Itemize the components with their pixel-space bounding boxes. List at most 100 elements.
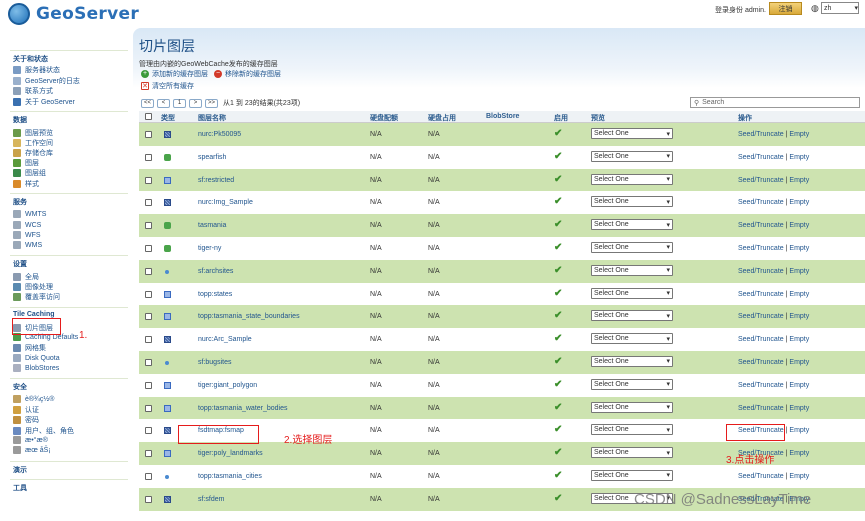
row-checkbox[interactable] bbox=[145, 199, 152, 207]
layer-name-link[interactable]: tiger:giant_polygon bbox=[198, 382, 257, 389]
empty-link[interactable]: Empty bbox=[789, 291, 809, 298]
row-checkbox[interactable] bbox=[145, 381, 152, 389]
row-checkbox[interactable] bbox=[145, 313, 152, 321]
col-disk-quota[interactable]: 硬盘配额 bbox=[370, 113, 398, 123]
sidebar-item[interactable]: WMTS bbox=[13, 210, 46, 218]
seed-truncate-link[interactable]: Seed/Truncate bbox=[738, 291, 784, 298]
sidebar-item[interactable]: 联系方式 bbox=[13, 86, 53, 96]
col-blobstore[interactable]: BlobStore bbox=[486, 113, 519, 120]
pager-page-1[interactable]: 1 bbox=[173, 98, 187, 108]
layer-name-link[interactable]: nurc:Pk50095 bbox=[198, 131, 241, 138]
seed-truncate-link[interactable]: Seed/Truncate bbox=[738, 222, 784, 229]
empty-link[interactable]: Empty bbox=[789, 154, 809, 161]
sidebar-item[interactable]: 图层预览 bbox=[13, 128, 53, 138]
sidebar-item[interactable]: 认证 bbox=[13, 405, 39, 415]
empty-link[interactable]: Empty bbox=[789, 245, 809, 252]
pager-last-button[interactable]: >> bbox=[205, 98, 219, 108]
seed-truncate-link[interactable]: Seed/Truncate bbox=[738, 199, 784, 206]
row-checkbox[interactable] bbox=[145, 153, 152, 161]
clear-all-cache-link[interactable]: ✕ 清空所有缓存 bbox=[141, 81, 194, 91]
seed-truncate-link[interactable]: Seed/Truncate bbox=[738, 177, 784, 184]
col-type[interactable]: 类型 bbox=[161, 113, 175, 123]
add-cached-layer-link[interactable]: + 添加新的缓存图层 bbox=[141, 69, 208, 79]
sidebar-item[interactable]: 存储仓库 bbox=[13, 148, 53, 158]
row-checkbox[interactable] bbox=[145, 290, 152, 298]
preview-select[interactable]: Select One ▾ bbox=[591, 401, 673, 413]
layer-name-link[interactable]: tiger-ny bbox=[198, 245, 221, 252]
layer-name-link[interactable]: sf:sfdem bbox=[198, 496, 224, 503]
col-disk-used[interactable]: 硬盘占用 bbox=[428, 113, 456, 123]
preview-select[interactable]: Select One ▾ bbox=[591, 241, 673, 253]
layer-name-link[interactable]: sf:archsites bbox=[198, 268, 233, 275]
layer-name-link[interactable]: topp:states bbox=[198, 291, 232, 298]
layer-name-link[interactable]: nurc:Arc_Sample bbox=[198, 336, 252, 343]
seed-truncate-link[interactable]: Seed/Truncate bbox=[738, 154, 784, 161]
layer-name-link[interactable]: nurc:Img_Sample bbox=[198, 199, 253, 206]
empty-link[interactable]: Empty bbox=[789, 313, 809, 320]
seed-truncate-link[interactable]: Seed/Truncate bbox=[738, 268, 784, 275]
sidebar-item[interactable]: 关于 GeoServer bbox=[13, 97, 75, 107]
sidebar-item[interactable]: WMS bbox=[13, 241, 42, 249]
row-checkbox[interactable] bbox=[145, 131, 152, 138]
empty-link[interactable]: Empty bbox=[789, 268, 809, 275]
preview-select[interactable]: Select One ▾ bbox=[591, 378, 673, 390]
row-checkbox[interactable] bbox=[145, 472, 152, 480]
sidebar-item[interactable]: 覆盖率访问 bbox=[13, 292, 60, 302]
seed-truncate-link[interactable]: Seed/Truncate bbox=[738, 473, 784, 480]
seed-truncate-link[interactable]: Seed/Truncate bbox=[738, 382, 784, 389]
empty-link[interactable]: Empty bbox=[789, 382, 809, 389]
row-checkbox[interactable] bbox=[145, 176, 152, 184]
sidebar-item[interactable]: è®¾ç½® bbox=[13, 395, 54, 403]
preview-select[interactable]: Select One ▾ bbox=[591, 150, 673, 162]
sidebar-item[interactable]: 图层组 bbox=[13, 168, 46, 178]
empty-link[interactable]: Empty bbox=[789, 473, 809, 480]
preview-select[interactable]: Select One ▾ bbox=[591, 287, 673, 299]
empty-link[interactable]: Empty bbox=[789, 427, 809, 434]
empty-link[interactable]: Empty bbox=[789, 222, 809, 229]
preview-select[interactable]: Select One ▾ bbox=[591, 196, 673, 208]
preview-select[interactable]: Select One ▾ bbox=[591, 424, 673, 436]
sidebar-item[interactable]: BlobStores bbox=[13, 364, 59, 372]
logout-button[interactable]: 注销 bbox=[769, 2, 802, 15]
row-checkbox[interactable] bbox=[145, 427, 152, 435]
layer-name-link[interactable]: topp:tasmania_cities bbox=[198, 473, 262, 480]
search-input[interactable]: ⚲ Search bbox=[690, 97, 860, 108]
row-checkbox[interactable] bbox=[145, 495, 152, 503]
select-all-checkbox[interactable] bbox=[145, 113, 152, 120]
sidebar-item[interactable]: WCS bbox=[13, 221, 41, 229]
sidebar-item[interactable]: 密码 bbox=[13, 415, 39, 425]
pager-next-button[interactable]: > bbox=[189, 98, 203, 108]
empty-link[interactable]: Empty bbox=[789, 177, 809, 184]
sidebar-item[interactable]: æ•°æ® bbox=[13, 436, 48, 444]
seed-truncate-link[interactable]: Seed/Truncate bbox=[738, 336, 784, 343]
sidebar-item[interactable]: 图像处理 bbox=[13, 282, 53, 292]
row-checkbox[interactable] bbox=[145, 450, 152, 458]
row-checkbox[interactable] bbox=[145, 244, 152, 252]
remove-cached-layer-link[interactable]: − 移除新的缓存图层 bbox=[214, 69, 281, 79]
empty-link[interactable]: Empty bbox=[789, 359, 809, 366]
preview-select[interactable]: Select One ▾ bbox=[591, 333, 673, 345]
sidebar-item[interactable]: 工作空间 bbox=[13, 138, 53, 148]
sidebar-item[interactable]: Disk Quota bbox=[13, 354, 60, 362]
pager-first-button[interactable]: << bbox=[141, 98, 155, 108]
layer-name-link[interactable]: tasmania bbox=[198, 222, 226, 229]
layer-name-link[interactable]: topp:tasmania_water_bodies bbox=[198, 405, 288, 412]
preview-select[interactable]: Select One ▾ bbox=[591, 173, 673, 185]
layer-name-link[interactable]: topp:tasmania_state_boundaries bbox=[198, 313, 300, 320]
sidebar-item[interactable]: GeoServer的日志 bbox=[13, 76, 80, 86]
preview-select[interactable]: Select One ▾ bbox=[591, 447, 673, 459]
row-checkbox[interactable] bbox=[145, 336, 152, 344]
sidebar-item[interactable]: 样式 bbox=[13, 179, 39, 189]
sidebar-item[interactable]: 全局 bbox=[13, 272, 39, 282]
sidebar-item[interactable]: 图层 bbox=[13, 158, 39, 168]
sidebar-item[interactable]: WFS bbox=[13, 231, 41, 239]
preview-select[interactable]: Select One ▾ bbox=[591, 128, 673, 139]
empty-link[interactable]: Empty bbox=[789, 405, 809, 412]
col-name[interactable]: 图层名称 bbox=[198, 113, 226, 123]
row-checkbox[interactable] bbox=[145, 358, 152, 366]
empty-link[interactable]: Empty bbox=[789, 199, 809, 206]
language-select[interactable]: zh ▾ bbox=[821, 2, 859, 14]
sidebar-item[interactable]: æœ åŠ¡ bbox=[13, 446, 51, 454]
preview-select[interactable]: Select One ▾ bbox=[591, 264, 673, 276]
layer-name-link[interactable]: spearfish bbox=[198, 154, 226, 161]
